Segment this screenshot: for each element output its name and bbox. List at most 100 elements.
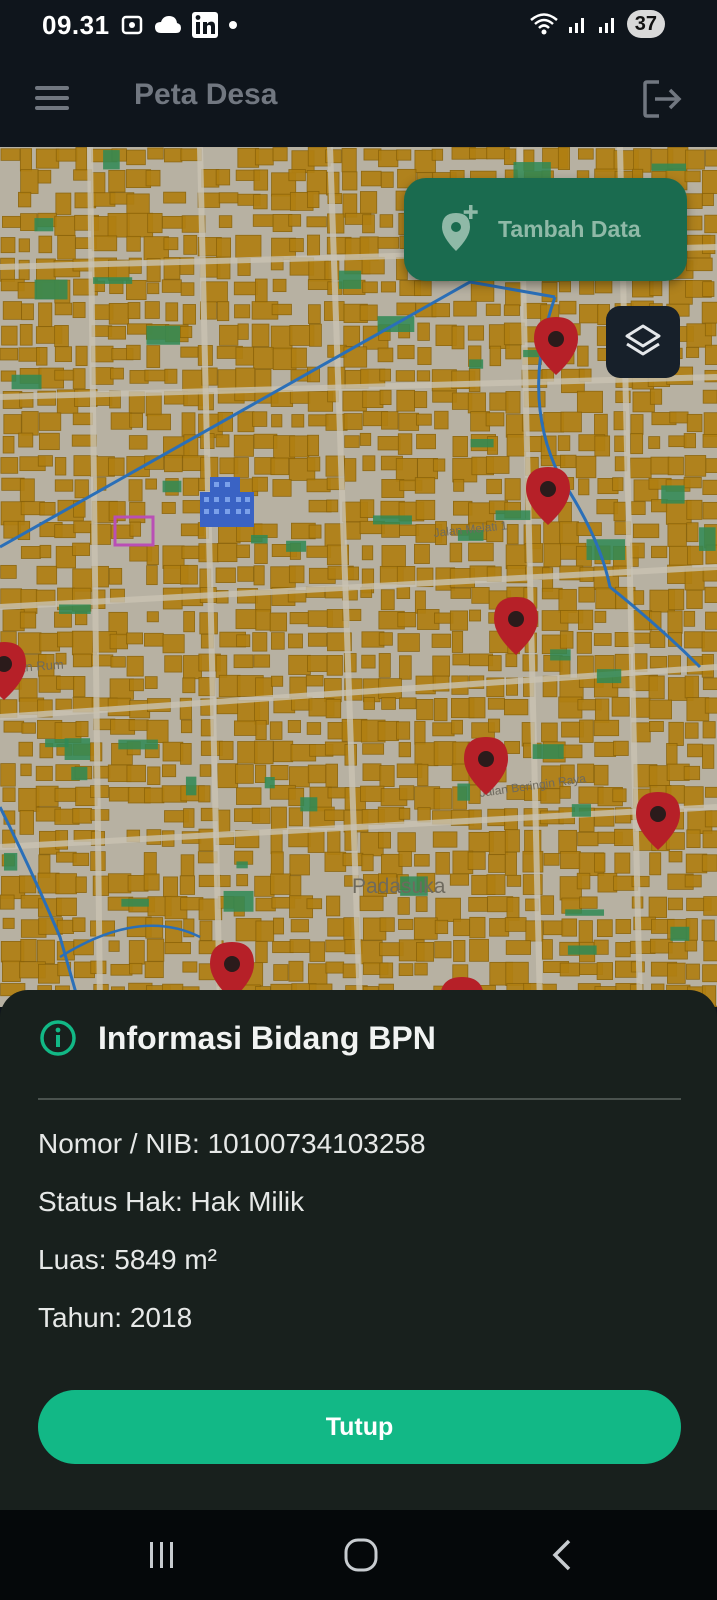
green-area bbox=[670, 926, 690, 941]
parcel bbox=[451, 630, 464, 653]
parcel bbox=[108, 169, 126, 193]
parcel bbox=[146, 345, 161, 368]
parcel bbox=[233, 654, 254, 669]
parcel bbox=[36, 258, 56, 283]
parcel bbox=[432, 655, 450, 677]
parcel bbox=[235, 609, 258, 630]
parcel bbox=[705, 611, 717, 630]
parcel bbox=[683, 476, 702, 489]
parcel bbox=[705, 458, 717, 473]
parcel bbox=[559, 300, 577, 315]
system-icons: 37 bbox=[529, 10, 665, 38]
recent-apps-button[interactable] bbox=[132, 1532, 192, 1578]
home-button[interactable] bbox=[331, 1532, 391, 1578]
parcel bbox=[308, 414, 329, 427]
green-area bbox=[338, 270, 362, 289]
parcel bbox=[683, 765, 701, 781]
parcel bbox=[307, 764, 327, 784]
back-button[interactable] bbox=[532, 1532, 592, 1578]
parcel bbox=[434, 698, 448, 722]
parcel bbox=[306, 898, 323, 910]
parcel bbox=[252, 214, 274, 227]
parcel bbox=[2, 787, 16, 802]
parcel bbox=[217, 763, 239, 789]
parcel bbox=[306, 170, 327, 195]
parcel bbox=[251, 807, 271, 824]
add-data-button[interactable]: Tambah Data bbox=[404, 178, 687, 281]
parcel bbox=[469, 938, 489, 962]
parcel bbox=[684, 722, 699, 739]
parcel bbox=[579, 719, 594, 743]
parcel bbox=[414, 962, 428, 976]
parcel bbox=[579, 304, 600, 324]
parcel bbox=[128, 479, 143, 502]
parcel bbox=[165, 302, 179, 322]
parcel bbox=[162, 764, 177, 778]
parcel bbox=[450, 587, 472, 599]
parcel bbox=[288, 169, 306, 182]
parcel bbox=[380, 281, 396, 293]
parcel bbox=[395, 370, 415, 382]
parcel bbox=[506, 896, 520, 921]
parcel bbox=[683, 786, 704, 809]
parcel bbox=[615, 919, 632, 934]
green-area bbox=[3, 852, 18, 871]
parcel bbox=[668, 588, 685, 611]
parcel bbox=[416, 699, 434, 721]
parcel bbox=[237, 323, 249, 340]
parcel bbox=[543, 543, 562, 568]
parcel bbox=[686, 257, 713, 272]
parcel bbox=[146, 938, 165, 962]
parcel bbox=[504, 851, 517, 876]
parcel bbox=[414, 720, 426, 745]
parcel bbox=[198, 785, 211, 803]
green-area bbox=[236, 861, 248, 869]
parcel bbox=[633, 148, 652, 173]
parcel bbox=[270, 675, 284, 687]
parcel bbox=[648, 699, 672, 720]
layers-button[interactable] bbox=[606, 306, 680, 378]
parcel bbox=[161, 279, 182, 293]
parcel bbox=[704, 786, 717, 798]
parcel bbox=[417, 322, 430, 341]
parcel bbox=[414, 391, 428, 409]
parcel bbox=[182, 304, 196, 325]
parcel bbox=[234, 304, 251, 319]
parcel bbox=[235, 764, 254, 784]
parcel bbox=[179, 325, 193, 339]
parcel bbox=[18, 238, 30, 253]
parcel bbox=[578, 148, 594, 160]
parcel bbox=[378, 632, 393, 646]
parcel bbox=[683, 433, 696, 449]
parcel bbox=[343, 325, 361, 347]
parcel bbox=[488, 718, 501, 733]
parcel bbox=[289, 435, 310, 458]
parcel bbox=[381, 545, 406, 569]
parcel bbox=[650, 456, 670, 475]
parcel bbox=[309, 323, 322, 347]
parcel bbox=[543, 853, 560, 866]
parcel bbox=[272, 278, 287, 293]
parcel bbox=[435, 897, 461, 922]
parcel bbox=[417, 347, 432, 365]
logout-button[interactable] bbox=[639, 76, 685, 122]
parcel bbox=[702, 964, 717, 983]
parcel bbox=[705, 149, 717, 167]
parcel bbox=[431, 148, 444, 161]
parcel bbox=[217, 369, 237, 391]
parcel bbox=[129, 962, 143, 975]
parcel bbox=[417, 807, 431, 823]
close-button[interactable]: Tutup bbox=[38, 1390, 681, 1464]
parcel bbox=[251, 476, 268, 492]
parcel bbox=[270, 806, 287, 831]
parcel bbox=[468, 896, 488, 912]
parcel bbox=[254, 148, 274, 166]
menu-button[interactable] bbox=[30, 78, 74, 118]
parcel bbox=[39, 502, 56, 516]
linkedin-icon bbox=[192, 12, 218, 38]
layers-icon bbox=[625, 324, 661, 356]
parcel bbox=[162, 634, 185, 654]
parcel bbox=[255, 920, 275, 942]
parcel bbox=[180, 282, 195, 296]
parcel bbox=[145, 392, 162, 417]
